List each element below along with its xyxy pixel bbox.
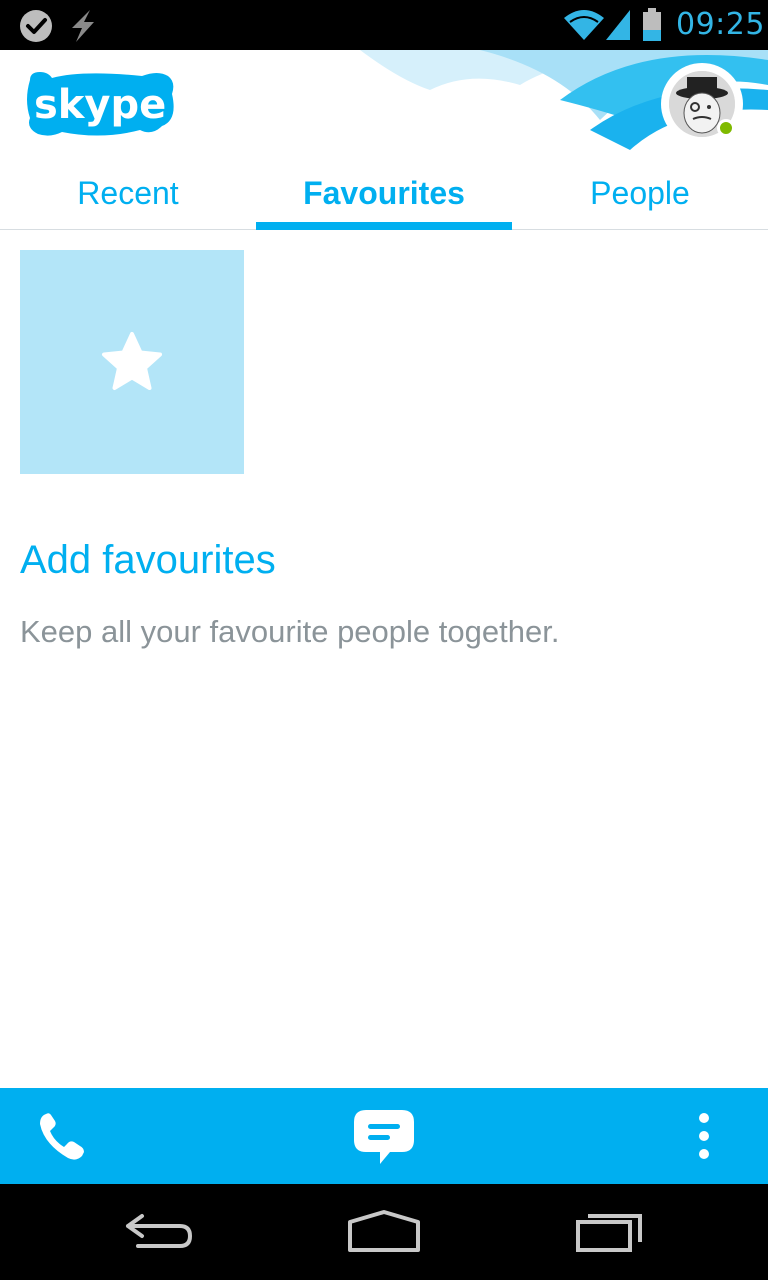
home-icon[interactable]	[346, 1208, 422, 1256]
phone-icon[interactable]	[32, 1108, 92, 1164]
chat-icon[interactable]	[350, 1106, 418, 1170]
recent-apps-icon[interactable]	[574, 1208, 646, 1256]
tab-bar: Recent Favourites People	[0, 160, 768, 230]
skype-notification-icon	[20, 10, 52, 42]
app-header: skype	[0, 50, 768, 160]
system-nav-bar	[0, 1184, 768, 1280]
empty-state-description: Keep all your favourite people together.	[20, 614, 560, 649]
battery-icon	[643, 8, 661, 41]
tab-people[interactable]: People	[512, 160, 768, 230]
add-favourite-tile[interactable]	[20, 250, 244, 474]
star-icon	[102, 332, 162, 390]
status-time: 09:25	[676, 7, 765, 42]
wifi-icon	[564, 10, 604, 40]
tab-recent[interactable]: Recent	[0, 160, 256, 230]
flash-icon	[72, 10, 94, 42]
skype-logo: skype	[27, 72, 174, 136]
status-bar: 09:25	[0, 0, 768, 50]
tab-selected-indicator	[256, 222, 512, 230]
overflow-menu-icon[interactable]	[684, 1108, 724, 1164]
empty-state-title[interactable]: Add favourites	[20, 538, 276, 583]
profile-avatar-button[interactable]	[661, 63, 743, 145]
signal-icon	[606, 10, 630, 40]
back-icon[interactable]	[124, 1208, 196, 1256]
svg-text:skype: skype	[34, 82, 166, 128]
bottom-action-bar	[0, 1088, 768, 1184]
tab-favourites[interactable]: Favourites	[256, 160, 512, 230]
online-status-dot	[717, 119, 735, 137]
